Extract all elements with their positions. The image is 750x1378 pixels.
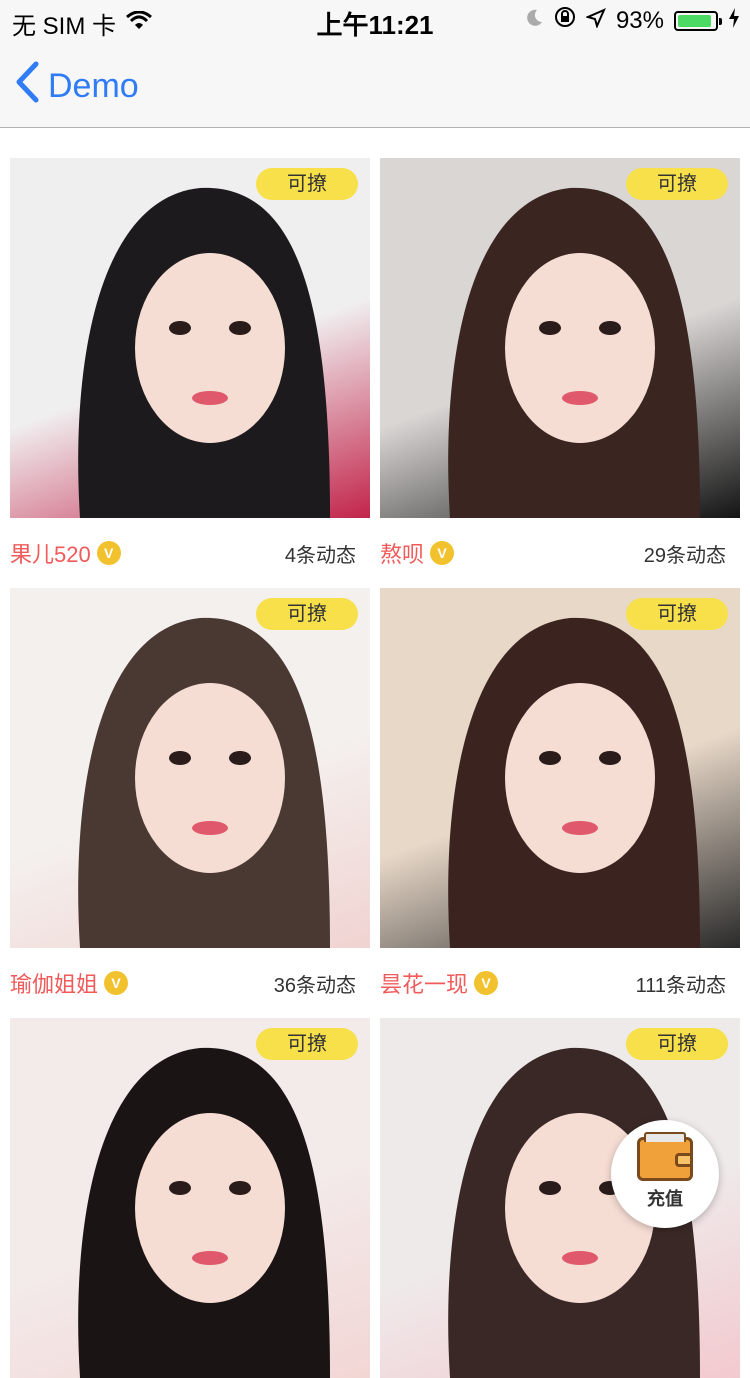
verified-badge-icon: V xyxy=(104,971,129,995)
flirt-tag: 可撩 xyxy=(626,1028,728,1060)
lips-shape xyxy=(192,821,228,835)
verified-badge-icon: V xyxy=(474,971,499,995)
post-count: 29条动态 xyxy=(643,544,726,567)
portrait-illustration xyxy=(448,187,700,518)
flirt-tag: 可撩 xyxy=(626,598,728,630)
user-card[interactable]: 可撩 熬呗 V 29条动态 xyxy=(380,158,740,588)
portrait-illustration xyxy=(448,617,700,948)
lips-shape xyxy=(192,391,228,405)
eye-shape xyxy=(229,1181,251,1195)
user-name[interactable]: 熬呗 xyxy=(380,537,424,569)
chevron-left-icon xyxy=(14,60,40,113)
eye-shape xyxy=(599,751,621,765)
user-photo[interactable]: 可撩 xyxy=(380,158,740,518)
flirt-tag: 可撩 xyxy=(256,1028,358,1060)
back-button[interactable]: Demo xyxy=(14,60,139,113)
user-name[interactable]: 昙花一现 xyxy=(380,967,468,999)
moon-icon xyxy=(524,7,544,35)
user-photo[interactable]: 可撩 xyxy=(10,588,370,948)
eye-shape xyxy=(539,751,561,765)
lips-shape xyxy=(562,391,598,405)
user-photo[interactable]: 可撩 xyxy=(380,588,740,948)
user-card[interactable]: 可撩 xyxy=(10,1018,370,1378)
post-count: 36条动态 xyxy=(273,974,356,997)
lips-shape xyxy=(192,1251,228,1265)
back-label: Demo xyxy=(48,67,139,105)
eye-shape xyxy=(539,321,561,335)
verified-badge-icon: V xyxy=(96,541,121,565)
flirt-tag: 可撩 xyxy=(256,598,358,630)
user-photo[interactable]: 可撩 xyxy=(10,1018,370,1378)
navigation-bar: Demo xyxy=(0,40,750,128)
lips-shape xyxy=(562,1251,598,1265)
user-name[interactable]: 瑜伽姐姐 xyxy=(10,967,98,999)
user-card[interactable]: 可撩 瑜伽姐姐 V 36条动态 xyxy=(10,588,370,1018)
wallet-icon xyxy=(637,1132,693,1181)
battery-icon xyxy=(674,10,722,31)
recharge-label: 充值 xyxy=(647,1189,683,1209)
eye-shape xyxy=(169,751,191,765)
status-bar: 无 SIM 卡 上午11:21 93% xyxy=(0,0,750,40)
face-shape xyxy=(135,1113,285,1303)
face-shape xyxy=(135,253,285,443)
rotation-lock-icon xyxy=(554,6,576,35)
user-card[interactable]: 可撩 昙花一现 V 111条动态 xyxy=(380,588,740,1018)
portrait-illustration xyxy=(78,187,330,518)
eye-shape xyxy=(229,321,251,335)
portrait-illustration xyxy=(78,617,330,948)
location-icon xyxy=(585,7,606,35)
verified-badge-icon: V xyxy=(430,541,455,565)
post-count: 4条动态 xyxy=(284,544,356,567)
eye-shape xyxy=(539,1181,561,1195)
flirt-tag: 可撩 xyxy=(256,168,358,200)
charging-icon xyxy=(728,7,740,35)
post-count: 111条动态 xyxy=(635,974,726,997)
user-card[interactable]: 可撩 果儿520 V 4条动态 xyxy=(10,158,370,588)
eye-shape xyxy=(229,751,251,765)
portrait-illustration xyxy=(78,1047,330,1378)
user-photo[interactable]: 可撩 xyxy=(10,158,370,518)
eye-shape xyxy=(599,321,621,335)
face-shape xyxy=(135,683,285,873)
eye-shape xyxy=(169,321,191,335)
user-name[interactable]: 果儿520 xyxy=(10,537,91,569)
face-shape xyxy=(505,253,655,443)
lips-shape xyxy=(562,821,598,835)
flirt-tag: 可撩 xyxy=(626,168,728,200)
eye-shape xyxy=(169,1181,191,1195)
battery-percent: 93% xyxy=(615,6,664,34)
recharge-button[interactable]: 充值 xyxy=(611,1120,719,1228)
face-shape xyxy=(505,683,655,873)
